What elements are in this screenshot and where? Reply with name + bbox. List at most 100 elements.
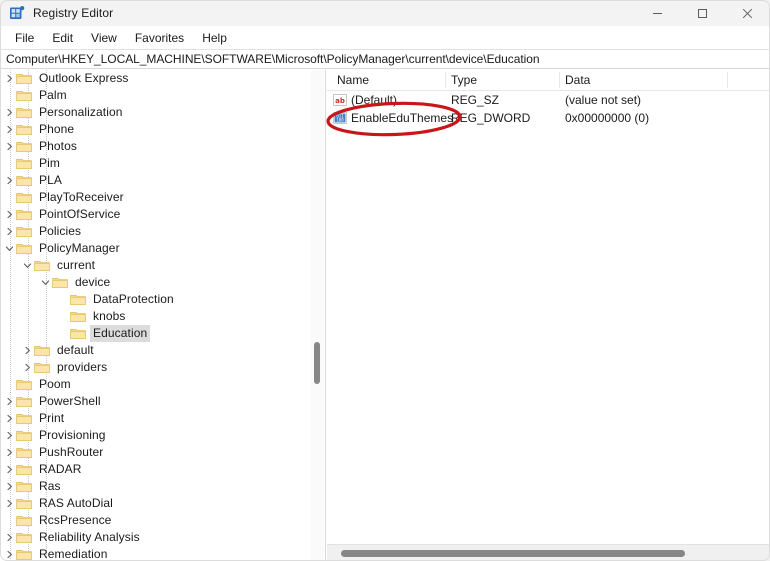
address-bar[interactable]: Computer\HKEY_LOCAL_MACHINE\SOFTWARE\Mic… [0, 49, 770, 69]
tree-item-poom[interactable]: Poom [0, 376, 311, 393]
minimize-button[interactable] [635, 0, 680, 26]
folder-icon [16, 480, 32, 493]
value-row[interactable]: 011100EnableEduThemesREG_DWORD0x00000000… [327, 109, 770, 127]
tree-item-playtoreceiver[interactable]: PlayToReceiver [0, 189, 311, 206]
tree-item-policymanager[interactable]: PolicyManager [0, 240, 311, 257]
chevron-right-icon[interactable] [2, 223, 16, 240]
tree-leaf-connector [2, 376, 16, 393]
chevron-right-icon[interactable] [2, 461, 16, 478]
folder-icon [52, 276, 68, 289]
tree-item-pushrouter[interactable]: PushRouter [0, 444, 311, 461]
folder-icon [16, 395, 32, 408]
registry-values-pane[interactable]: Name Type Data ab(Default)REG_SZ(value n… [327, 70, 770, 561]
tree-item-default[interactable]: default [0, 342, 311, 359]
tree-item-label: Palm [36, 87, 70, 104]
tree-item-ras[interactable]: Ras [0, 478, 311, 495]
chevron-right-icon[interactable] [20, 342, 34, 359]
tree-item-policies[interactable]: Policies [0, 223, 311, 240]
tree-item-phone[interactable]: Phone [0, 121, 311, 138]
menu-item-help[interactable]: Help [193, 29, 236, 47]
tree-item-label: knobs [90, 308, 129, 325]
chevron-right-icon[interactable] [2, 206, 16, 223]
tree-item-reliability-analysis[interactable]: Reliability Analysis [0, 529, 311, 546]
svg-text:100: 100 [336, 118, 344, 123]
menu-item-file[interactable]: File [6, 29, 43, 47]
chevron-right-icon[interactable] [2, 104, 16, 121]
menu-item-favorites[interactable]: Favorites [126, 29, 193, 47]
chevron-right-icon[interactable] [2, 70, 16, 87]
maximize-button[interactable] [680, 0, 725, 26]
close-button[interactable] [725, 0, 770, 26]
tree-item-palm[interactable]: Palm [0, 87, 311, 104]
values-horizontal-scrollbar[interactable] [327, 544, 770, 561]
content-panes: Outlook ExpressPalmPersonalizationPhoneP… [0, 70, 770, 561]
tree-item-label: RAS AutoDial [36, 495, 116, 512]
value-data: 0x00000000 (0) [565, 109, 649, 127]
tree-item-providers[interactable]: providers [0, 359, 311, 376]
chevron-right-icon[interactable] [2, 393, 16, 410]
tree-item-print[interactable]: Print [0, 410, 311, 427]
chevron-right-icon[interactable] [2, 138, 16, 155]
chevron-right-icon[interactable] [2, 427, 16, 444]
chevron-right-icon[interactable] [2, 478, 16, 495]
chevron-right-icon[interactable] [2, 529, 16, 546]
menu-item-view[interactable]: View [82, 29, 126, 47]
values-scrollbar-thumb[interactable] [341, 550, 685, 557]
column-header-data[interactable]: Data [565, 70, 590, 90]
chevron-down-icon[interactable] [20, 257, 34, 274]
folder-icon [16, 140, 32, 153]
registry-editor-icon [9, 5, 25, 21]
chevron-right-icon[interactable] [2, 444, 16, 461]
tree-item-label: current [54, 257, 98, 274]
chevron-right-icon[interactable] [2, 121, 16, 138]
values-list: ab(Default)REG_SZ(value not set)011100En… [327, 91, 770, 127]
tree-item-education[interactable]: Education [0, 325, 311, 342]
folder-icon [16, 446, 32, 459]
tree-item-personalization[interactable]: Personalization [0, 104, 311, 121]
registry-path: Computer\HKEY_LOCAL_MACHINE\SOFTWARE\Mic… [0, 52, 540, 66]
tree-item-knobs[interactable]: knobs [0, 308, 311, 325]
tree-item-label: Remediation [36, 546, 110, 561]
tree-item-pla[interactable]: PLA [0, 172, 311, 189]
column-header-name[interactable]: Name [337, 70, 369, 90]
chevron-down-icon[interactable] [38, 274, 52, 291]
tree-item-ras-autodial[interactable]: RAS AutoDial [0, 495, 311, 512]
tree-item-label: Provisioning [36, 427, 109, 444]
column-header-type[interactable]: Type [451, 70, 477, 90]
tree-item-label: PolicyManager [36, 240, 123, 257]
tree-leaf-connector [56, 308, 70, 325]
tree-vertical-scrollbar[interactable] [311, 70, 324, 561]
chevron-right-icon[interactable] [20, 359, 34, 376]
tree-item-outlook-express[interactable]: Outlook Express [0, 70, 311, 87]
tree-item-current[interactable]: current [0, 257, 311, 274]
chevron-right-icon[interactable] [2, 172, 16, 189]
tree-item-provisioning[interactable]: Provisioning [0, 427, 311, 444]
menu-bar: File Edit View Favorites Help [0, 26, 770, 49]
title-bar: Registry Editor [0, 0, 770, 27]
folder-icon [34, 361, 50, 374]
tree-scrollbar-thumb[interactable] [314, 342, 320, 384]
tree-item-dataprotection[interactable]: DataProtection [0, 291, 311, 308]
menu-item-edit[interactable]: Edit [43, 29, 82, 47]
tree-item-remediation[interactable]: Remediation [0, 546, 311, 561]
tree-item-radar[interactable]: RADAR [0, 461, 311, 478]
tree-item-pointofservice[interactable]: PointOfService [0, 206, 311, 223]
folder-icon [70, 293, 86, 306]
tree-item-label: Ras [36, 478, 64, 495]
value-row[interactable]: ab(Default)REG_SZ(value not set) [327, 91, 770, 109]
tree-item-pim[interactable]: Pim [0, 155, 311, 172]
chevron-right-icon[interactable] [2, 546, 16, 561]
tree-item-device[interactable]: device [0, 274, 311, 291]
registry-tree-pane[interactable]: Outlook ExpressPalmPersonalizationPhoneP… [0, 70, 326, 561]
tree-item-photos[interactable]: Photos [0, 138, 311, 155]
tree-item-label: DataProtection [90, 291, 177, 308]
tree-item-powershell[interactable]: PowerShell [0, 393, 311, 410]
tree-item-label: PLA [36, 172, 65, 189]
chevron-right-icon[interactable] [2, 410, 16, 427]
tree-item-rcspresence[interactable]: RcsPresence [0, 512, 311, 529]
chevron-down-icon[interactable] [2, 240, 16, 257]
chevron-right-icon[interactable] [2, 495, 16, 512]
registry-editor-window: Registry Editor File Edit View Favorites… [0, 0, 770, 561]
tree-item-label: Outlook Express [36, 70, 132, 87]
folder-icon [16, 378, 32, 391]
